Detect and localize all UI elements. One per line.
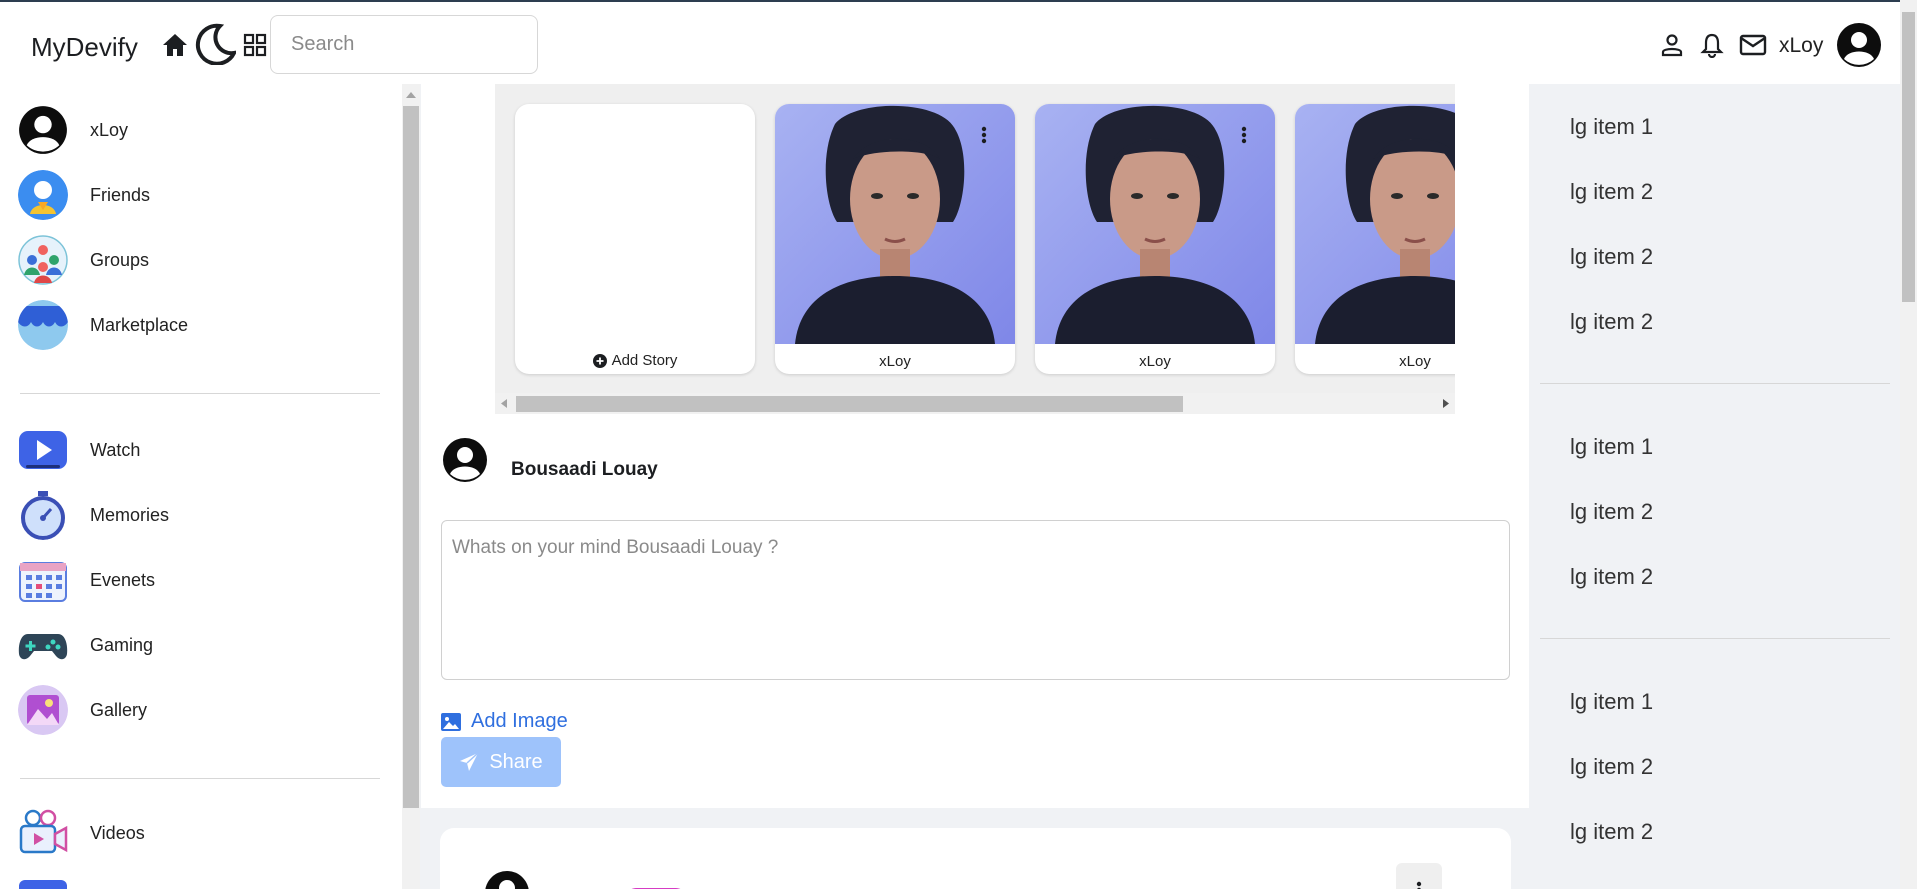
sidebar-item-label: Memories	[90, 504, 170, 525]
add-image-button[interactable]: Add Image	[441, 710, 568, 733]
sidebar-item-label: Groups	[90, 249, 150, 270]
page-scrollbar[interactable]	[1900, 0, 1917, 889]
post-avatar-icon	[484, 870, 532, 889]
post-more-button[interactable]	[1396, 863, 1442, 889]
brand-logo[interactable]: MyDevify	[31, 32, 138, 63]
list-item[interactable]: lg item 2	[1570, 564, 1653, 590]
sidebar-item-videos[interactable]: Videos	[18, 807, 145, 859]
gaming-icon	[18, 620, 68, 670]
story-photo	[1035, 104, 1275, 344]
paper-plane-icon	[460, 752, 479, 771]
story-more-icon[interactable]	[1241, 126, 1247, 149]
composer-avatar-icon	[442, 437, 490, 485]
sidebar-divider	[20, 393, 380, 394]
share-button[interactable]: Share	[441, 737, 561, 787]
user-avatar-icon	[18, 105, 68, 155]
moon-icon[interactable]	[193, 22, 237, 66]
memories-icon	[18, 490, 68, 540]
bell-icon[interactable]	[1699, 31, 1725, 59]
sidebar-item-gaming[interactable]: Gaming	[18, 619, 153, 671]
sidebar-item-gallery[interactable]: Gallery	[18, 684, 147, 736]
add-story-card[interactable]: Add Story	[515, 104, 755, 374]
left-sidebar: xLoy Friends Groups Marketplace Watch Me…	[0, 84, 420, 889]
sidebar-item-profile[interactable]: xLoy	[18, 104, 128, 156]
scroll-up-arrow-icon[interactable]	[406, 92, 416, 98]
scroll-right-arrow-icon[interactable]	[1443, 399, 1449, 408]
sidebar-item-memories[interactable]: Memories	[18, 489, 169, 541]
add-story-label: Add Story	[611, 352, 678, 369]
sidebar-item-friends[interactable]: Friends	[18, 169, 150, 221]
story-author: xLoy	[1139, 353, 1171, 370]
add-story-button[interactable]: Add Story	[515, 352, 755, 369]
header-username[interactable]: xLoy	[1779, 34, 1823, 58]
sidebar-item-label: Gaming	[90, 634, 154, 655]
story-author: xLoy	[879, 353, 911, 370]
story-photo	[1295, 104, 1455, 344]
videos-icon	[18, 808, 68, 858]
story-more-icon[interactable]	[981, 126, 987, 149]
gallery-icon	[18, 685, 68, 735]
list-item[interactable]: lg item 2	[1570, 754, 1653, 780]
scrollbar-thumb[interactable]	[1902, 12, 1915, 302]
sidebar-item-label: Marketplace	[90, 314, 189, 335]
stories-strip[interactable]: Add Story xLoy xLoy xLoy	[495, 84, 1455, 414]
apps-grid-icon[interactable]	[241, 31, 269, 59]
sidebar-item-watch[interactable]: Watch	[18, 424, 140, 476]
home-icon[interactable]	[160, 30, 190, 60]
list-item[interactable]: lg item 2	[1570, 499, 1653, 525]
list-item[interactable]: lg item 2	[1570, 244, 1653, 270]
sidebar-item-label: Videos	[90, 822, 145, 843]
sidebar-item-next-icon	[19, 880, 67, 889]
list-item[interactable]: lg item 1	[1570, 114, 1653, 140]
list-divider	[1540, 638, 1890, 639]
marketplace-icon	[18, 300, 68, 350]
sidebar-item-label: xLoy	[90, 119, 129, 140]
scrollbar-thumb[interactable]	[403, 106, 419, 808]
sidebar-item-label: Evenets	[90, 569, 156, 590]
avatar-icon[interactable]	[1835, 21, 1883, 69]
story-author: xLoy	[1399, 353, 1431, 370]
sidebar-item-label: Gallery	[90, 699, 148, 720]
story-card[interactable]: xLoy	[1295, 104, 1455, 374]
sidebar-divider	[20, 778, 380, 779]
sidebar-item-label: Watch	[90, 439, 141, 460]
search-input[interactable]	[270, 15, 538, 74]
events-icon	[18, 555, 68, 605]
person-icon[interactable]	[1659, 32, 1685, 58]
sidebar-item-label: Friends	[90, 184, 151, 205]
image-icon	[441, 712, 461, 731]
list-item[interactable]: lg item 2	[1570, 819, 1653, 845]
scrollbar-thumb[interactable]	[516, 396, 1183, 412]
watch-icon	[18, 425, 68, 475]
right-sidebar: lg item 1 lg item 2 lg item 2 lg item 2 …	[1530, 84, 1900, 889]
post-composer-input[interactable]	[441, 520, 1510, 680]
list-divider	[1540, 383, 1890, 384]
post-card	[440, 828, 1511, 889]
sidebar-item-events[interactable]: Evenets	[18, 554, 155, 606]
list-item[interactable]: lg item 1	[1570, 434, 1653, 460]
friends-icon	[18, 170, 68, 220]
list-item[interactable]: lg item 2	[1570, 309, 1653, 335]
more-vertical-icon	[1416, 881, 1422, 889]
groups-icon	[18, 235, 68, 285]
add-image-label: Add Image	[471, 710, 568, 732]
top-navbar: MyDevify xLoy	[0, 0, 1917, 84]
composer-author-name: Bousaadi Louay	[511, 459, 658, 480]
sidebar-item-groups[interactable]: Groups	[18, 234, 149, 286]
list-item[interactable]: lg item 1	[1570, 689, 1653, 715]
share-label: Share	[489, 750, 543, 773]
scroll-left-arrow-icon[interactable]	[501, 399, 507, 408]
story-photo	[775, 104, 1015, 344]
sidebar-scrollbar[interactable]	[402, 84, 420, 889]
plus-circle-icon	[592, 353, 607, 368]
mail-icon[interactable]	[1738, 32, 1768, 58]
list-item[interactable]: lg item 2	[1570, 179, 1653, 205]
sidebar-item-marketplace[interactable]: Marketplace	[18, 299, 188, 351]
stories-scrollbar[interactable]	[495, 393, 1455, 414]
story-card[interactable]: xLoy	[775, 104, 1015, 374]
story-card[interactable]: xLoy	[1035, 104, 1275, 374]
